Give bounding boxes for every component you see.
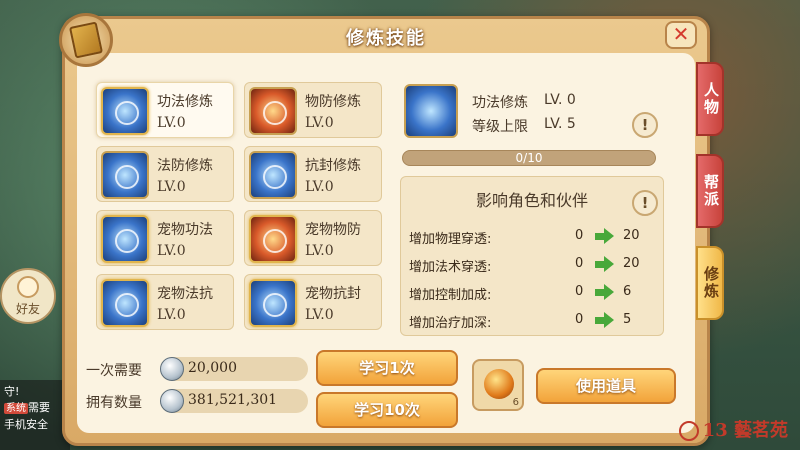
- learn-once-button[interactable]: 学习1次: [316, 350, 458, 386]
- detail-cap-value: LV. 5: [544, 116, 576, 132]
- effect-to: 20: [623, 256, 640, 271]
- arrow-right-icon: [595, 256, 614, 272]
- skill-level: LV.0: [157, 179, 186, 195]
- effect-row: 增加控制加成: 0 6: [409, 281, 659, 305]
- effects-title: 影响角色和伙伴: [475, 191, 588, 210]
- skill-level: LV.0: [305, 307, 334, 323]
- effect-from: 0: [575, 228, 584, 243]
- close-button[interactable]: ✕: [665, 21, 697, 49]
- friend-face-icon: [17, 275, 39, 298]
- effect-to: 6: [623, 284, 632, 299]
- effect-row: 增加法术穿透: 0 20: [409, 253, 659, 277]
- effect-to: 20: [623, 228, 640, 243]
- treasure-chest-icon: [484, 369, 514, 399]
- skill-name: 功法修炼: [157, 94, 213, 110]
- skill-card-pet-wufang[interactable]: 宠物物防 LV.0: [244, 210, 382, 266]
- blue-seal-icon: [249, 151, 297, 199]
- title-bar: 修炼技能: [65, 19, 707, 55]
- skill-name: 法防修炼: [157, 158, 213, 174]
- chat-line-1: 守!: [4, 385, 20, 398]
- cost-own-label: 拥有数量: [86, 395, 142, 411]
- arrow-right-icon: [595, 312, 614, 328]
- tab-character[interactable]: 人物: [696, 62, 724, 136]
- cost-own-value: 381,521,301: [188, 392, 278, 408]
- detail-skill-name: 功法修炼: [472, 95, 528, 111]
- skill-level: LV.0: [305, 243, 334, 259]
- effect-row: 增加物理穿透: 0 20: [409, 225, 659, 249]
- skill-card-pet-gongfa[interactable]: 宠物功法 LV.0: [96, 210, 234, 266]
- effect-from: 0: [575, 256, 584, 271]
- skill-card-wufang[interactable]: 物防修炼 LV.0: [244, 82, 382, 138]
- pet-blue-star-icon: [101, 279, 149, 327]
- blue-orb-icon: [101, 87, 149, 135]
- detail-cap-label: 等级上限: [472, 119, 528, 135]
- effects-box: 影响角色和伙伴 增加物理穿透: 0 20 增加法术穿透: 0 20 增加控制加成…: [400, 176, 664, 336]
- pet-blue-sphere-icon: [249, 279, 297, 327]
- effect-label: 增加法术穿透:: [409, 260, 492, 275]
- skill-level: LV.0: [157, 307, 186, 323]
- skill-level: LV.0: [157, 115, 186, 131]
- silver-coin-icon: [160, 357, 184, 381]
- chat-line-2: 系统 需要: [4, 401, 50, 414]
- skill-name: 物防修炼: [305, 94, 361, 110]
- chat-box[interactable]: 守! 系统 需要 手机安全: [0, 380, 70, 450]
- skill-level: LV.0: [305, 179, 334, 195]
- book-icon: [59, 13, 113, 67]
- tab-cultivation[interactable]: 修炼: [696, 246, 724, 320]
- item-count: 6: [512, 397, 519, 408]
- skill-name: 宠物法抗: [157, 286, 213, 302]
- skill-name: 抗封修炼: [305, 158, 361, 174]
- skill-card-pet-kangfeng[interactable]: 宠物抗封 LV.0: [244, 274, 382, 330]
- effect-from: 0: [575, 284, 584, 299]
- detail-skill-level: LV. 0: [544, 92, 576, 108]
- friend-label: 好友: [15, 301, 40, 316]
- effect-label: 增加控制加成:: [409, 288, 492, 303]
- effect-to: 5: [623, 312, 632, 327]
- effect-row: 增加治疗加深: 0 5: [409, 309, 659, 333]
- cost-need-label: 一次需要: [86, 363, 142, 379]
- learn-ten-button[interactable]: 学习10次: [316, 392, 458, 428]
- selected-skill-icon: [404, 84, 458, 138]
- item-slot[interactable]: 6: [472, 359, 524, 411]
- use-item-button[interactable]: 使用道具: [536, 368, 676, 404]
- skill-card-kangfeng[interactable]: 抗封修炼 LV.0: [244, 146, 382, 202]
- skill-card-gongfa[interactable]: 功法修炼 LV.0: [96, 82, 234, 138]
- skill-name: 宠物物防: [305, 222, 361, 238]
- seal-logo-icon: [678, 421, 699, 441]
- system-tag: 系统: [4, 403, 28, 414]
- skill-name: 宠物抗封: [305, 286, 361, 302]
- progress-text: 0/10: [515, 151, 543, 165]
- window-title: 修炼技能: [346, 28, 426, 49]
- skill-level: LV.0: [157, 243, 186, 259]
- blue-shield-icon: [101, 151, 149, 199]
- effect-label: 增加物理穿透:: [409, 232, 492, 247]
- pet-red-flame-icon: [249, 215, 297, 263]
- skill-name: 宠物功法: [157, 222, 213, 238]
- effects-info-button[interactable]: !: [632, 190, 658, 216]
- effect-from: 0: [575, 312, 584, 327]
- red-beast-icon: [249, 87, 297, 135]
- cost-need-value: 20,000: [188, 360, 237, 376]
- detail-info-button[interactable]: !: [632, 112, 658, 138]
- silver-coin-icon: [160, 389, 184, 413]
- skill-card-fafang[interactable]: 法防修炼 LV.0: [96, 146, 234, 202]
- arrow-right-icon: [595, 228, 614, 244]
- friend-button[interactable]: 好友: [0, 268, 56, 324]
- skill-card-pet-fakang[interactable]: 宠物法抗 LV.0: [96, 274, 234, 330]
- arrow-right-icon: [595, 284, 614, 300]
- tab-guild[interactable]: 帮派: [696, 154, 724, 228]
- pet-blue-flame-icon: [101, 215, 149, 263]
- watermark: 13 藝茗苑: [678, 416, 788, 442]
- chat-line-3: 手机安全: [4, 418, 48, 431]
- progress-bar: 0/10: [402, 150, 656, 166]
- effect-label: 增加治疗加深:: [409, 316, 492, 331]
- skill-level: LV.0: [305, 115, 334, 131]
